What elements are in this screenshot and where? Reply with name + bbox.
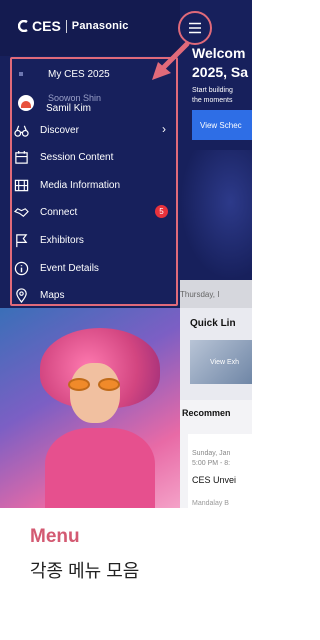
brand-logo: CES Panasonic: [18, 18, 129, 34]
phone-screen: Welcom 2025, Sa Start building the momen…: [0, 0, 252, 508]
session-card-location: Mandalay B: [192, 500, 229, 507]
main-content: Welcom 2025, Sa Start building the momen…: [180, 0, 252, 508]
ces-logo-icon: [18, 20, 28, 32]
session-card-date: Sunday, Jan: [192, 450, 231, 457]
brand-divider: [65, 19, 67, 33]
view-schedule-button[interactable]: View Schec: [192, 110, 252, 140]
welcome-heading: Welcom 2025, Sa: [192, 44, 248, 82]
quick-links-heading: Quick Lin: [190, 318, 236, 329]
quick-link-card[interactable]: View Exh: [190, 340, 252, 384]
session-card-title[interactable]: CES Unvei: [192, 475, 236, 485]
session-card[interactable]: [188, 434, 252, 508]
subtitle-line-1: Start building: [192, 87, 233, 94]
brand-ces: CES: [32, 18, 61, 34]
session-card-time: 5:00 PM - 8:: [192, 460, 231, 467]
caption-subtitle: 각종 메뉴 모음: [30, 561, 140, 581]
subtitle-line-2: the moments: [192, 97, 233, 104]
welcome-line-2: 2025, Sa: [192, 64, 249, 80]
banner-graphic: [180, 150, 252, 280]
menu-highlight-box: [10, 57, 178, 306]
caption-title: Menu: [30, 526, 80, 547]
hero-image: [0, 308, 180, 508]
welcome-subtitle: Start building the moments: [192, 86, 233, 106]
side-menu: CES Panasonic My CES 2025 Soowon Shin Sa…: [0, 0, 180, 508]
recommended-heading: Recommen: [182, 408, 231, 418]
hamburger-icon: [189, 22, 201, 34]
brand-panasonic: Panasonic: [71, 20, 129, 32]
welcome-line-1: Welcom: [192, 45, 246, 61]
date-label: Thursday, I: [180, 280, 252, 308]
hamburger-menu-button[interactable]: [178, 11, 212, 45]
menu-header: CES Panasonic: [0, 0, 180, 56]
